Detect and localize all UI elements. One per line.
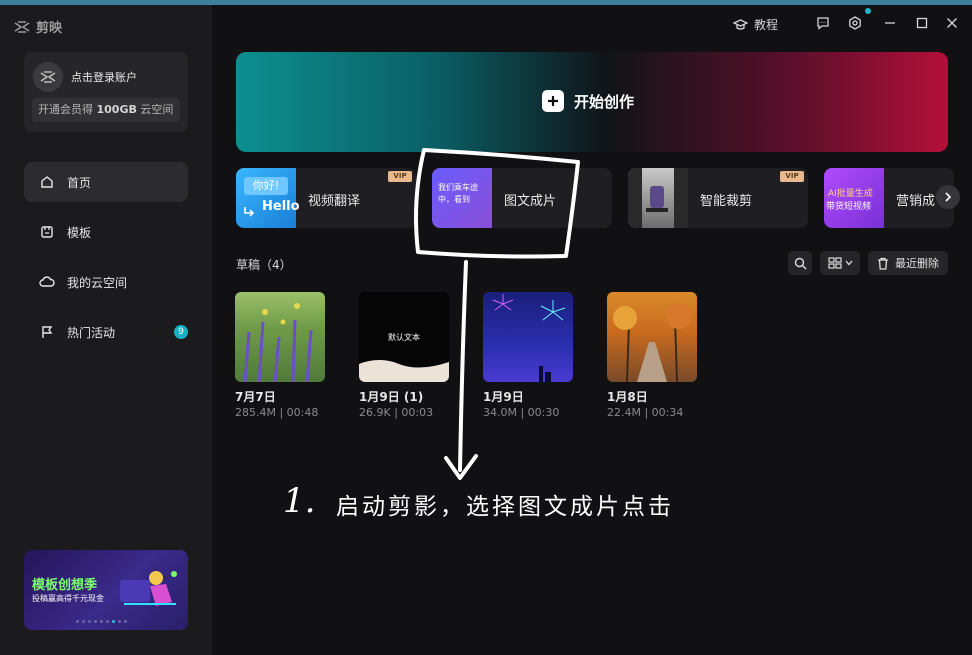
vip-offer[interactable]: 开通会员得 100GB 云空间: [32, 98, 180, 122]
feature-label: 智能裁剪: [700, 194, 753, 209]
feature-video-translate[interactable]: 你好! Hello 视频翻译 VIP: [236, 168, 416, 228]
sidebar-item-label: 热门活动: [67, 325, 116, 340]
search-icon: [794, 257, 806, 269]
vip-badge: VIP: [780, 171, 804, 182]
sidebar-item-label: 首页: [67, 175, 92, 190]
draft-title: 1月9日 (1): [359, 390, 424, 404]
sidebar-item-home[interactable]: 首页: [24, 162, 188, 202]
promo-character-icon: [120, 571, 177, 606]
sidebar-item-cloud[interactable]: 我的云空间: [24, 262, 188, 302]
minimize-button[interactable]: [884, 16, 896, 30]
close-icon: [947, 18, 957, 28]
draft-thumbnail[interactable]: [483, 292, 573, 382]
translate-arrow-icon: [244, 207, 255, 217]
feature-label: 营销成: [896, 194, 936, 209]
chat-icon: [817, 17, 829, 30]
recently-deleted-label: 最近删除: [895, 257, 939, 270]
draft-meta: 34.0M | 00:30: [483, 406, 560, 419]
thumb-text-ai: AI批量生成: [828, 189, 873, 199]
feature-text-to-video[interactable]: 我们乘车途中，看到 图文成片: [432, 168, 612, 228]
start-creation-banner[interactable]: 开始创作: [236, 52, 948, 152]
tutorial-button[interactable]: 教程: [733, 16, 778, 33]
cloud-icon: [39, 274, 55, 290]
draft-title: 7月7日: [235, 390, 276, 404]
capcut-logo-icon: [14, 20, 30, 33]
annotation-step-number: 1.: [283, 481, 316, 521]
drafts-search-button[interactable]: [788, 251, 812, 275]
feedback-button[interactable]: [816, 16, 830, 30]
promo-title: 模板创想季: [32, 578, 98, 593]
vip-offer-amount: 100GB: [96, 103, 137, 116]
gear-icon: [849, 16, 861, 30]
sidebar-item-templates[interactable]: 模板: [24, 212, 188, 252]
sidebar: 剪映 点击登录账户 开通会员得 100GB 云空间 首页 模板 我的云空间 热门…: [0, 5, 212, 655]
view-mode-toggle[interactable]: [820, 251, 860, 275]
feature-smart-crop[interactable]: 智能裁剪 VIP: [628, 168, 808, 228]
recently-deleted-button[interactable]: 最近删除: [868, 251, 948, 275]
login-card[interactable]: 点击登录账户 开通会员得 100GB 云空间: [24, 52, 188, 132]
draft-title: 1月9日: [483, 390, 524, 404]
plus-icon: [542, 90, 564, 112]
flag-icon: [39, 324, 55, 340]
feature-label: 图文成片: [504, 194, 557, 209]
draft-title: 1月8日: [607, 390, 648, 404]
vip-offer-prefix: 开通会员得: [38, 103, 97, 116]
drafts-title: 草稿（4）: [236, 258, 292, 272]
close-button[interactable]: [946, 16, 958, 30]
draft-item[interactable]: 1月8日 22.4M | 00:34: [607, 292, 697, 419]
graduation-cap-icon: [733, 19, 748, 30]
app-logo: 剪映: [14, 17, 62, 36]
promo-banner[interactable]: 模板创想季 投稿赢高得千元现金: [24, 550, 188, 630]
trash-icon: [878, 257, 888, 270]
login-link[interactable]: 点击登录账户: [71, 69, 137, 85]
sidebar-item-label: 模板: [67, 225, 92, 240]
grid-view-icon: [827, 257, 842, 269]
draft-thumbnail[interactable]: [607, 292, 697, 382]
feature-marketing[interactable]: AI批量生成 带货短视频 营销成: [824, 168, 954, 228]
vip-badge: VIP: [388, 171, 412, 182]
maximize-icon: [916, 17, 928, 29]
draft-item[interactable]: 默认文本 1月9日 (1) 26.9K | 00:03: [359, 292, 449, 419]
features-scroll-right-button[interactable]: [936, 185, 960, 209]
draft-thumbnail[interactable]: 默认文本: [359, 292, 449, 382]
draft-thumbnail[interactable]: [235, 292, 325, 382]
app-name: 剪映: [36, 21, 63, 36]
home-icon: [39, 174, 55, 190]
draft-meta: 285.4M | 00:48: [235, 406, 319, 419]
thumb-caption: 我们乘车途中，看到: [438, 183, 478, 204]
update-dot: [865, 8, 871, 14]
template-icon: [39, 224, 55, 240]
avatar[interactable]: [33, 62, 63, 92]
draft-meta: 22.4M | 00:34: [607, 406, 684, 419]
main-content: 教程 开始创作 你好! Hello 视频翻译 VIP 我们乘车途中，看到 图文成…: [212, 5, 972, 655]
video-translate-thumbnail: 你好! Hello: [236, 168, 300, 228]
vip-offer-suffix: 云空间: [136, 103, 174, 116]
text-to-video-thumbnail: 我们乘车途中，看到: [432, 168, 492, 228]
annotation-text: 启动剪影，选择图文成片点击: [336, 494, 674, 520]
start-creation-label: 开始创作: [574, 92, 635, 111]
draft-meta: 26.9K | 00:03: [359, 406, 434, 419]
maximize-button[interactable]: [916, 16, 928, 30]
sidebar-item-label: 我的云空间: [67, 275, 128, 290]
thumb-text-hello-cn: 你好!: [244, 177, 288, 195]
start-creation-button[interactable]: 开始创作: [542, 90, 634, 112]
tutorial-label: 教程: [754, 18, 779, 32]
thumb-text-shortvideo: 带货短视频: [826, 202, 872, 212]
smart-crop-thumbnail: [628, 168, 688, 228]
minimize-icon: [885, 22, 895, 24]
chevron-right-icon: [945, 192, 952, 202]
carousel-dots[interactable]: [76, 620, 127, 623]
feature-label: 视频翻译: [308, 194, 361, 209]
chevron-down-icon: [845, 260, 852, 266]
notification-badge: 9: [174, 325, 188, 339]
promo-subtitle: 投稿赢高得千元现金: [32, 594, 104, 603]
sidebar-item-events[interactable]: 热门活动 9: [24, 312, 188, 352]
settings-button[interactable]: [848, 16, 862, 30]
titlebar: 教程: [212, 5, 972, 45]
marketing-thumbnail: AI批量生成 带货短视频: [824, 168, 884, 228]
draft-item[interactable]: 7月7日 285.4M | 00:48: [235, 292, 325, 419]
thumb-text-hello-en: Hello: [262, 199, 300, 214]
capcut-avatar-icon: [40, 71, 56, 83]
draft-item[interactable]: 1月9日 34.0M | 00:30: [483, 292, 573, 419]
